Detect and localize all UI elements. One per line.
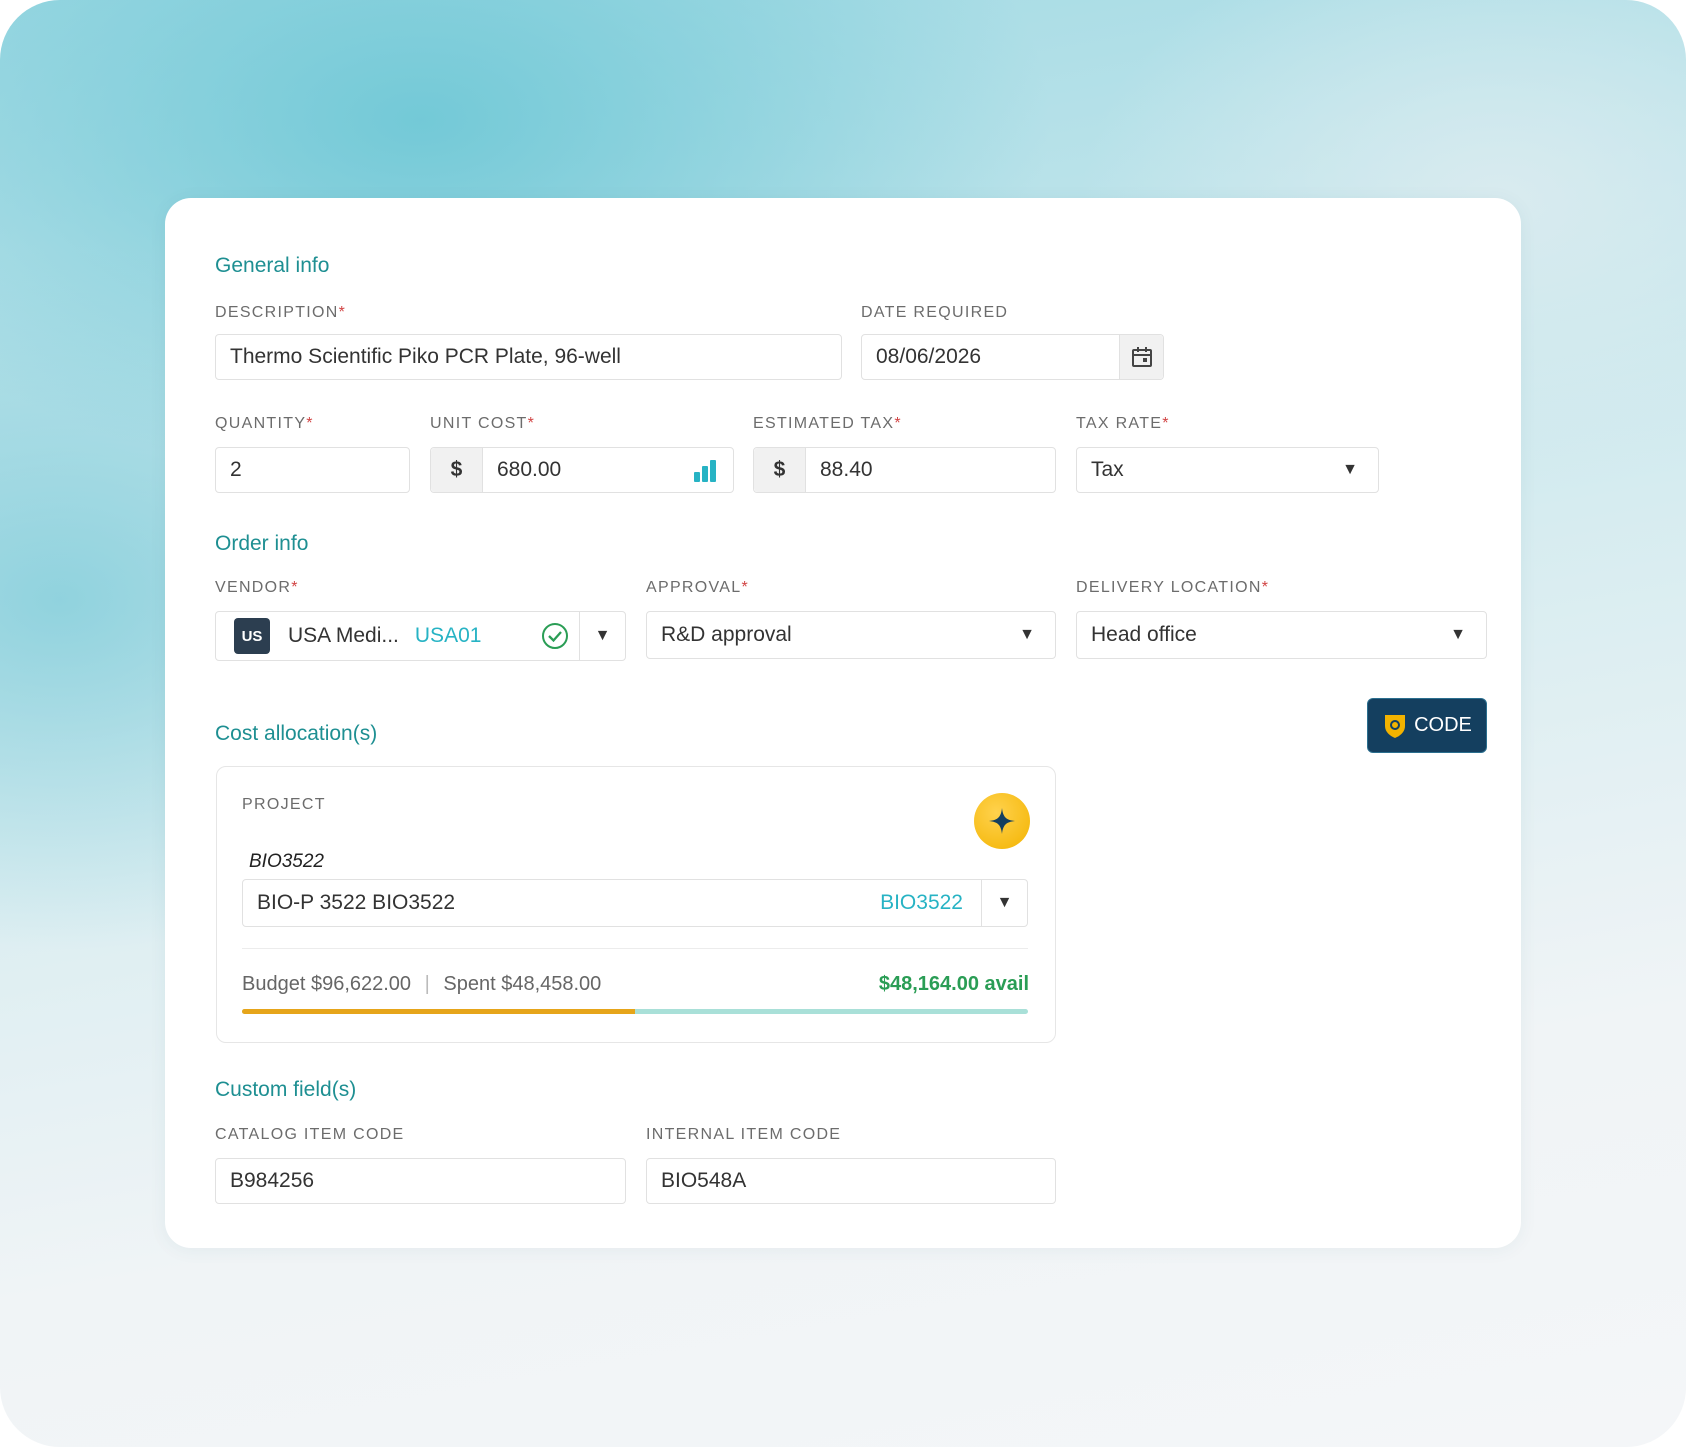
catalog-item-code-value: B984256 [230,1169,315,1192]
delivery-location-select[interactable]: Head office ▼ [1076,611,1487,659]
budget-progress-bar [242,1009,1028,1014]
quantity-input[interactable]: 2 [215,447,410,493]
unit-cost-label: UNIT COST* [430,415,536,432]
background-frame: General info DESCRIPTION* Thermo Scienti… [0,0,1686,1447]
project-dropdown-button[interactable]: ▼ [981,880,1027,926]
approval-select[interactable]: R&D approval ▼ [646,611,1056,659]
approval-label: APPROVAL* [646,579,750,596]
approval-value: R&D approval [661,623,792,646]
cost-allocation-title: Cost allocation(s) [215,722,378,745]
unit-cost-value: 680.00 [497,458,562,481]
tax-rate-select[interactable]: Tax ▼ [1076,447,1379,493]
general-info-title: General info [215,254,330,277]
project-value: BIO-P 3522 BIO3522 [257,891,456,914]
vendor-name: USA Medi... [288,624,399,647]
shield-icon [1382,712,1408,740]
project-code: BIO3522 [880,891,963,914]
project-label: PROJECT [242,796,326,813]
chevron-down-icon: ▼ [996,894,1013,911]
tax-rate-label: TAX RATE* [1076,415,1170,432]
divider [242,948,1028,949]
vendor-label: VENDOR* [215,579,299,596]
vendor-code: USA01 [414,624,482,647]
order-info-title: Order info [215,532,309,555]
separator: | [424,973,430,995]
date-required-input[interactable]: 08/06/2026 [861,334,1164,380]
catalog-item-code-label: CATALOG ITEM CODE [215,1126,405,1143]
estimated-tax-input[interactable]: $ 88.40 [753,447,1056,493]
date-value: 08/06/2026 [876,345,982,368]
code-button-label: CODE [1414,714,1472,736]
line-item-form-card: General info DESCRIPTION* Thermo Scienti… [165,198,1521,1248]
budget-summary: Budget $96,622.00 | Spent $48,458.00 [242,973,601,996]
available-amount: $48,164.00 avail [878,973,1029,995]
internal-item-code-input[interactable]: BIO548A [646,1158,1056,1204]
project-heading: BIO3522 [249,851,324,872]
description-value: Thermo Scientific Piko PCR Plate, 96-wel… [230,345,621,368]
budget-text: Budget $96,622.00 [242,973,412,995]
code-button[interactable]: CODE [1367,698,1487,753]
quantity-label: QUANTITY* [215,415,314,432]
dollar-prefix: $ [754,448,806,492]
cost-allocation-panel: PROJECT BIO3522 BIO-P 3522 BIO3522 BIO35… [216,766,1056,1043]
date-required-label: DATE REQUIRED [861,304,1009,321]
chevron-down-icon[interactable]: ▼ [1450,626,1486,644]
estimated-tax-value: 88.40 [820,458,873,481]
internal-item-code-value: BIO548A [661,1169,747,1192]
delivery-location-value: Head office [1091,623,1197,646]
internal-item-code-label: INTERNAL ITEM CODE [646,1126,842,1143]
budget-progress-fill [242,1009,635,1014]
catalog-item-code-input[interactable]: B984256 [215,1158,626,1204]
vendor-dropdown-button[interactable]: ▼ [579,612,625,660]
chevron-down-icon: ▼ [594,627,611,644]
calendar-icon[interactable] [1119,335,1163,379]
quantity-value: 2 [230,458,242,481]
price-history-chart-icon[interactable] [693,457,733,483]
delivery-location-label: DELIVERY LOCATION* [1076,579,1270,596]
vendor-select[interactable]: US USA Medi... USA01 ▼ [215,611,626,661]
project-select[interactable]: BIO-P 3522 BIO3522 BIO3522 ▼ [242,879,1028,927]
chevron-down-icon[interactable]: ▼ [1019,626,1055,644]
custom-fields-title: Custom field(s) [215,1078,357,1101]
spent-text: Spent $48,458.00 [443,973,602,995]
chevron-down-icon[interactable]: ▼ [1342,461,1378,479]
description-input[interactable]: Thermo Scientific Piko PCR Plate, 96-wel… [215,334,842,380]
unit-cost-input[interactable]: $ 680.00 [430,447,734,493]
check-circle-icon [541,622,579,650]
estimated-tax-label: ESTIMATED TAX* [753,415,902,432]
dollar-prefix: $ [431,448,483,492]
tax-rate-value: Tax [1091,458,1124,481]
ai-sparkle-button[interactable] [974,793,1030,849]
description-label: DESCRIPTION* [215,304,347,321]
sparkle-icon [989,808,1015,834]
us-flag-badge: US [234,618,270,654]
